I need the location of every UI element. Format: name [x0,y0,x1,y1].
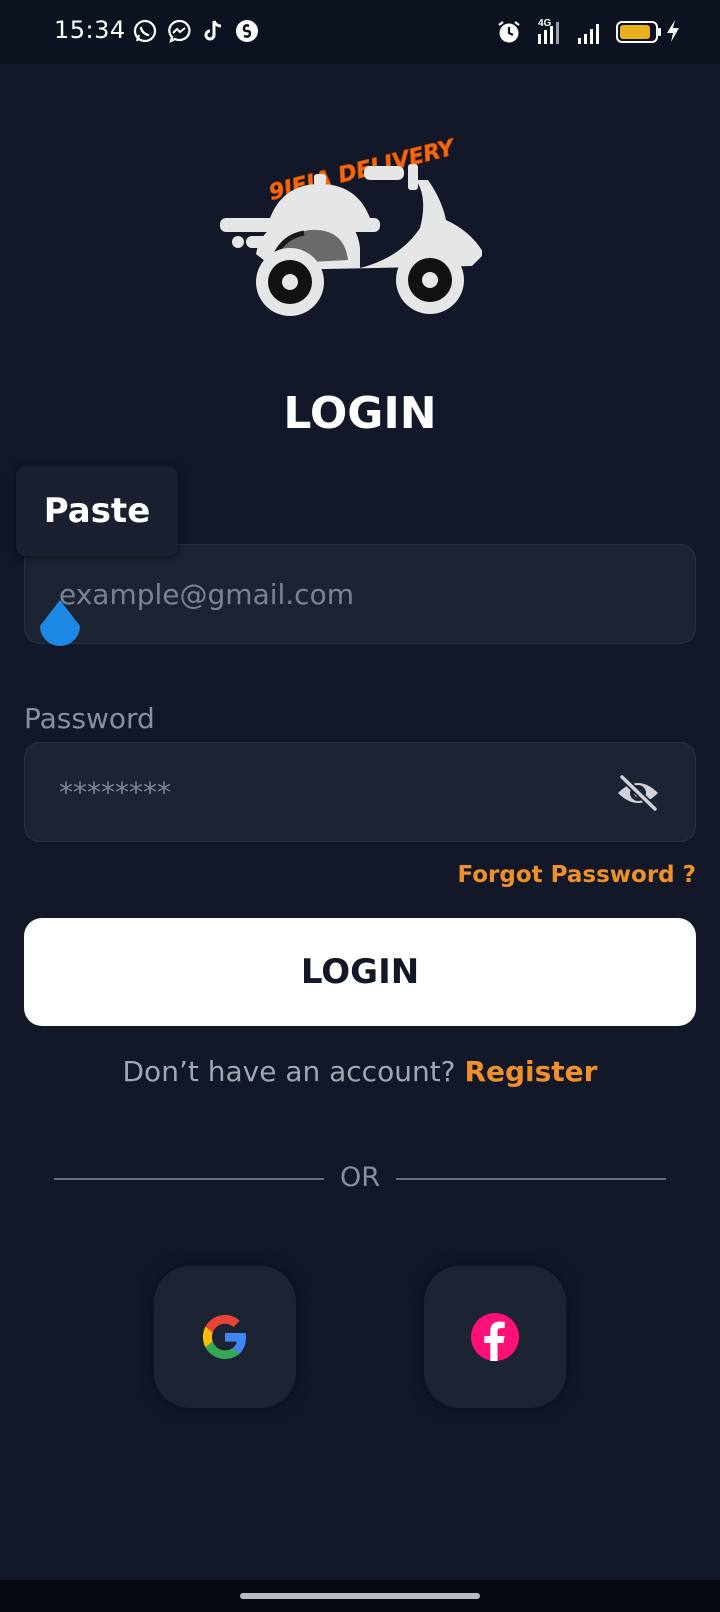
tiktok-icon [204,20,222,41]
divider-left [54,1178,324,1180]
email-field-container[interactable] [24,544,696,644]
status-bar: 15:34 4G [0,0,720,64]
svg-text:4G: 4G [538,18,552,29]
or-divider-label: OR [339,1162,380,1193]
charging-icon [667,20,679,42]
alarm-icon [498,21,520,43]
google-login-button[interactable] [154,1266,296,1408]
eye-off-icon[interactable] [615,773,661,813]
google-icon [202,1314,246,1360]
status-time: 15:34 [54,16,126,44]
text-cursor-handle[interactable] [38,598,82,650]
signal-4g-icon: 4G [538,18,559,44]
register-prompt: Don’t have an account? [122,1055,465,1088]
password-label: Password [24,702,155,735]
facebook-icon [471,1313,519,1361]
password-field-container[interactable] [24,742,696,842]
battery-icon [616,21,661,43]
home-gesture-handle[interactable] [240,1593,480,1599]
whatsapp-icon [133,19,157,43]
shazam-icon [236,20,258,42]
app-logo: 9JEJA DELIVERY [220,135,482,316]
forgot-password-link[interactable]: Forgot Password ? [457,862,696,888]
signal-icon [578,24,599,44]
facebook-login-button[interactable] [424,1266,566,1408]
paste-button[interactable]: Paste [16,466,178,556]
navigation-bar [0,1580,720,1612]
page-title: LOGIN [283,388,437,439]
email-field[interactable] [59,545,619,643]
divider-right [396,1178,666,1180]
register-row: Don’t have an account? Register [0,1055,720,1088]
password-field[interactable] [59,743,619,841]
login-button[interactable]: LOGIN [24,918,696,1026]
messenger-icon [168,19,191,44]
register-link[interactable]: Register [464,1055,597,1088]
